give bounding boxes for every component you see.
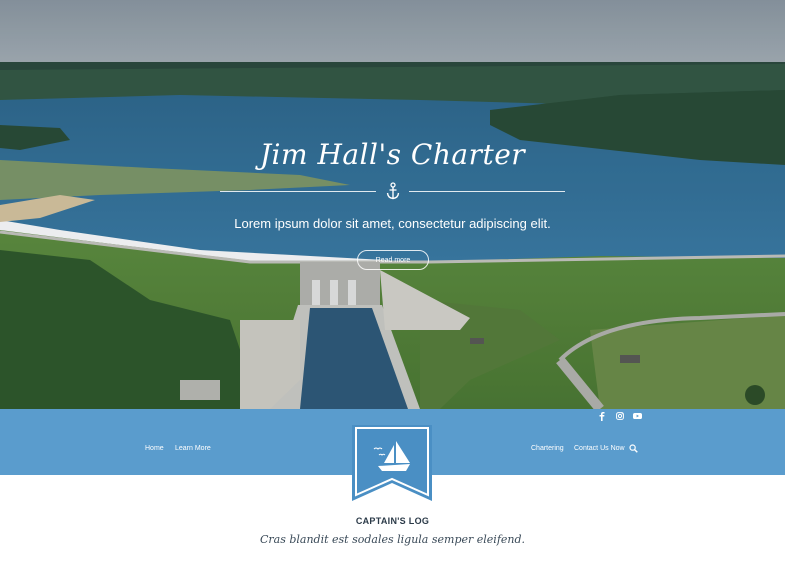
nav-item-home[interactable]: Home (145, 443, 164, 455)
search-icon[interactable] (629, 444, 638, 453)
hero-title: Jim Hall's Charter (259, 138, 526, 171)
facebook-icon[interactable] (595, 410, 609, 422)
hero-subtitle: Lorem ipsum dolor sit amet, consectetur … (234, 216, 551, 231)
hero-section: Jim Hall's Charter Lorem ipsum dolor sit… (0, 0, 785, 409)
hero-divider-right (409, 191, 565, 192)
logo-badge[interactable] (352, 425, 432, 501)
hero-divider-left (220, 191, 376, 192)
section-title: CAPTAIN'S LOG (355, 516, 430, 526)
page: Jim Hall's Charter Lorem ipsum dolor sit… (0, 0, 785, 569)
section-subtitle: Cras blandit est sodales ligula semper e… (259, 533, 526, 546)
nav-item-learn-more[interactable]: Learn More (175, 443, 211, 455)
anchor-icon (386, 182, 400, 200)
hero-overlay (0, 0, 785, 409)
nav-item-contact-us-now[interactable]: Contact Us Now (574, 443, 625, 455)
instagram-icon[interactable] (613, 410, 627, 422)
nav-item-chartering[interactable]: Chartering (531, 443, 564, 455)
top-strip (0, 409, 785, 423)
youtube-icon[interactable] (630, 410, 644, 422)
read-more-button[interactable]: Read more (357, 250, 429, 270)
